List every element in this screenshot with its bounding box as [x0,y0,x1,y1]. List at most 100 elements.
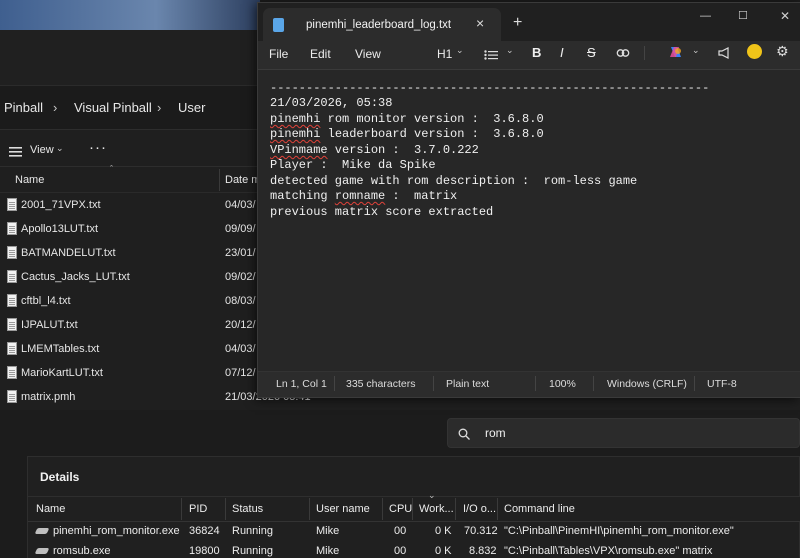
chevron-down-icon: ⌄ [506,45,514,55]
column-header[interactable]: Name [36,503,65,515]
column-header[interactable]: User name [316,503,370,515]
column-name[interactable]: Name [15,174,44,186]
file-row[interactable]: Apollo13LUT.txt 09/09/ [0,218,260,242]
column-divider[interactable] [181,498,182,520]
search-input[interactable]: rom [485,426,506,440]
section-title: Details [40,470,80,484]
file-row[interactable]: 2001_71VPX.txt 04/03/ [0,194,260,218]
column-divider[interactable] [497,498,498,520]
process-name: pinemhi_rom_monitor.exe [53,525,180,537]
minimize-button[interactable]: — [700,10,711,22]
process-working-set: 0 K [435,525,452,537]
megaphone-icon[interactable] [718,46,733,59]
text-line: ----------------------------------------… [270,81,710,95]
text-line: Player : Mike da Spike [270,158,436,172]
file-row[interactable]: matrix.pmh21/03/2026 05:41 [0,386,311,410]
column-header[interactable]: PID [189,503,207,515]
column-date[interactable]: Date m [225,174,260,186]
view-icon [9,144,22,157]
file-row[interactable]: cftbl_l4.txt 08/03/ [0,290,260,314]
file-row[interactable]: Cactus_Jacks_LUT.txt 09/02/ [0,266,260,290]
text-file-icon [7,270,17,283]
strikethrough-button[interactable]: S [587,45,596,60]
spell-error-word: VPinmame [270,143,328,157]
file-row[interactable]: MarioKartLUT.txt 07/12/ [0,362,260,386]
status-divider [593,376,594,391]
process-status: Running [232,525,273,537]
file-icon [7,390,17,403]
process-user: Mike [316,545,340,557]
column-header[interactable]: Status [232,503,263,515]
text-file-icon [7,198,17,211]
process-cpu: 00 [394,525,407,537]
encoding[interactable]: UTF-8 [707,378,737,390]
breadcrumb-user[interactable]: User [178,100,205,115]
process-pid: 36824 [189,525,220,537]
column-divider[interactable] [412,498,413,520]
process-io: 8.832 [469,545,497,557]
heading-dropdown[interactable]: H1 [437,47,452,61]
spell-error-word: pinemhi [270,127,321,141]
text-file-icon [7,318,17,331]
column-divider[interactable] [455,498,456,520]
column-header[interactable]: Command line [504,503,575,515]
column-header[interactable]: I/O o... [463,503,496,515]
view-button[interactable]: View [30,144,54,156]
character-count: 335 characters [346,378,416,390]
bold-button[interactable]: B [532,45,541,60]
gear-icon[interactable]: ⚙ [776,43,789,60]
file-row[interactable]: BATMANDELUT.txt 23/01/ [0,242,260,266]
text-file-icon [7,342,17,355]
copilot-icon[interactable] [668,45,684,59]
chevron-down-icon: ⌄ [56,143,64,153]
menu-edit[interactable]: Edit [310,47,331,61]
chevron-right-icon: › [157,100,162,115]
sort-up-icon: ˆ [110,164,113,174]
chevron-down-icon: ⌄ [456,45,464,55]
column-header[interactable]: Work... [419,503,454,515]
process-name: romsub.exe [53,545,111,557]
status-divider [694,376,695,391]
text-line: matching romname : matrix [270,189,458,203]
zoom-level[interactable]: 100% [549,378,576,390]
file-row[interactable]: IJPALUT.txt 20/12/ [0,314,260,338]
more-options-button[interactable]: ··· [89,139,107,156]
column-header[interactable]: CPU [389,503,412,515]
text-line: pinemhi rom monitor version : 3.6.8.0 [270,112,544,126]
column-divider[interactable] [219,169,220,191]
text-file-icon [7,294,17,307]
close-window-button[interactable]: ✕ [780,9,790,23]
menu-file[interactable]: File [269,47,288,61]
search-icon [458,427,470,440]
link-icon[interactable] [616,46,630,58]
breadcrumb-visual-pinball[interactable]: Visual Pinball [74,100,152,115]
close-tab-button[interactable]: × [476,15,484,31]
notepad-icon [273,18,284,32]
column-divider[interactable] [309,498,310,520]
new-tab-button[interactable]: + [513,14,522,32]
sort-down-icon: ⌄ [428,490,436,500]
italic-button[interactable]: I [560,45,564,60]
format-mode[interactable]: Plain text [446,378,489,390]
list-icon[interactable] [484,47,498,60]
status-divider [535,376,536,391]
toolbar-divider [644,46,645,60]
column-divider[interactable] [382,498,383,520]
status-divider [334,376,335,391]
process-status: Running [232,545,273,557]
process-command-line: "C:\Pinball\Tables\VPX\romsub.exe" matri… [504,545,713,557]
avatar[interactable] [747,44,762,59]
maximize-button[interactable]: ☐ [738,9,748,22]
status-divider [433,376,434,391]
chevron-down-icon: ⌄ [692,45,700,55]
line-endings[interactable]: Windows (CRLF) [607,378,687,390]
text-line: pinemhi leaderboard version : 3.6.8.0 [270,127,544,141]
process-working-set: 0 K [435,545,452,557]
file-row[interactable]: LMEMTables.txt 04/03/ [0,338,260,362]
text-line: previous matrix score extracted [270,205,494,219]
breadcrumb-pinball[interactable]: Pinball [4,100,43,115]
menu-view[interactable]: View [355,47,381,61]
cursor-position: Ln 1, Col 1 [276,378,327,390]
column-divider[interactable] [225,498,226,520]
text-line: 21/03/2026, 05:38 [270,96,393,110]
